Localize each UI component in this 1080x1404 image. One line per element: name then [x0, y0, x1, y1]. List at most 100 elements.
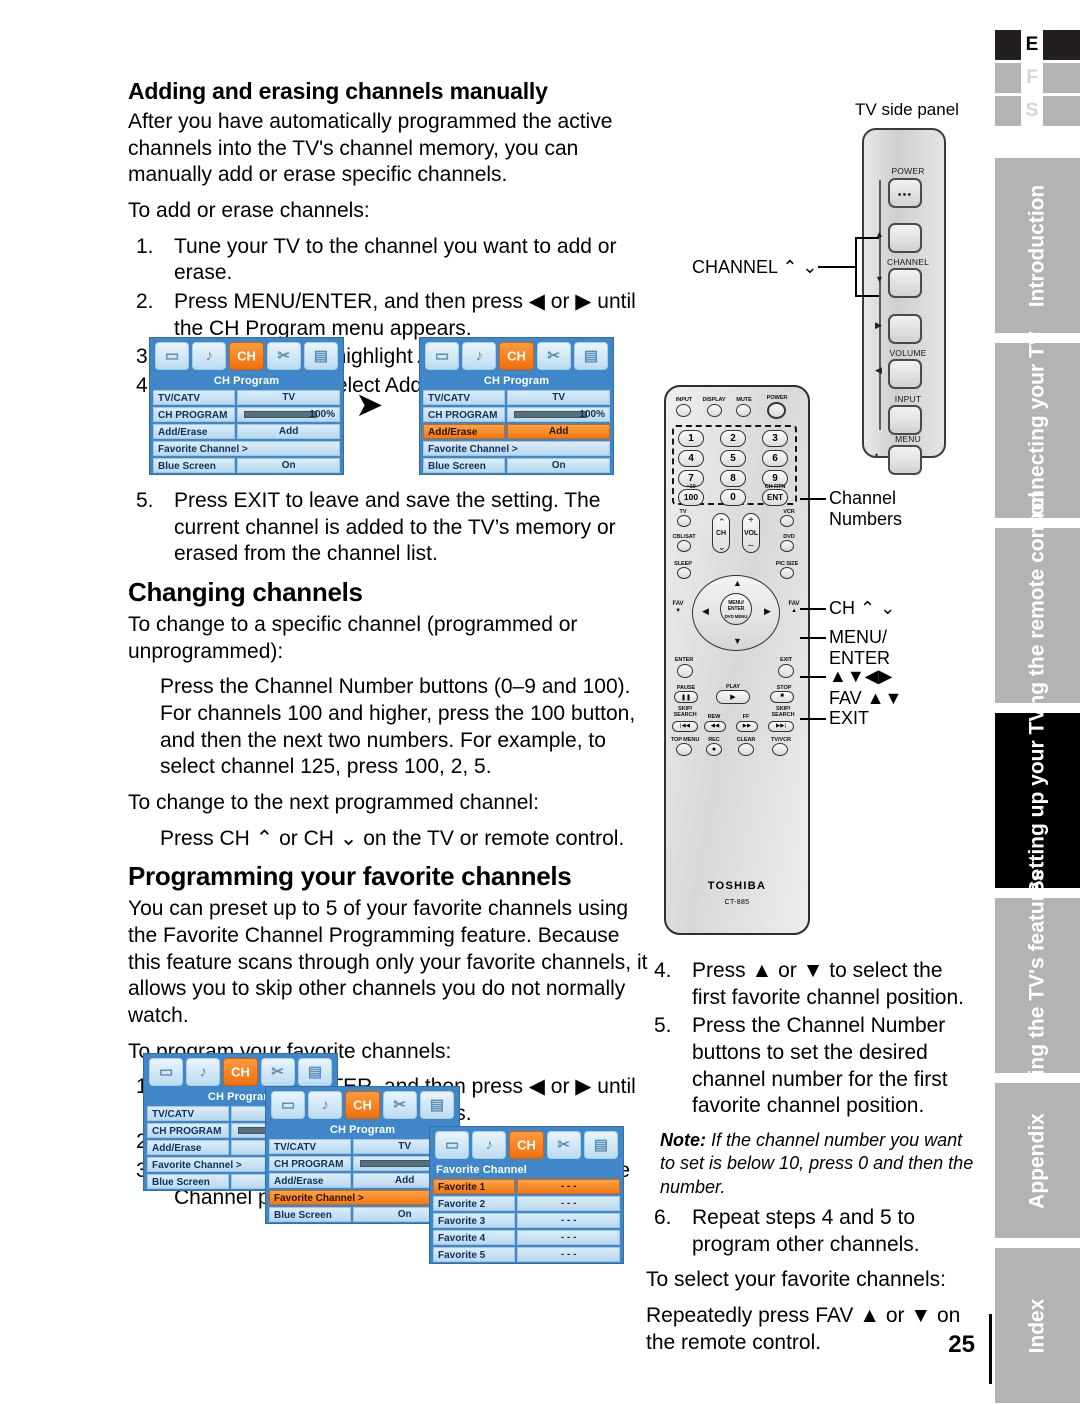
- ch-icon[interactable]: CH: [499, 342, 534, 370]
- tv-menu-button[interactable]: [888, 445, 922, 475]
- osd-row-favorite-channel[interactable]: Favorite Channel >: [150, 441, 343, 458]
- osd-row-tvcatv[interactable]: TV/CATV TV: [420, 390, 613, 407]
- audio-icon[interactable]: ♪: [472, 1131, 507, 1159]
- audio-icon[interactable]: ♪: [186, 1058, 221, 1086]
- picture-icon[interactable]: ▭: [149, 1058, 184, 1086]
- remote-key-ent[interactable]: ENT: [762, 489, 788, 506]
- osd-row-blue-screen[interactable]: Blue Screen On: [150, 458, 343, 474]
- osd-icon-strip: ▭ ♪ CH ✂ ▤: [266, 1087, 459, 1122]
- pad-left-arrow-icon: ◀: [702, 606, 709, 616]
- language-tab-f[interactable]: F: [995, 63, 1080, 93]
- ch-icon[interactable]: CH: [229, 342, 264, 370]
- remote-enter-button[interactable]: [677, 664, 693, 678]
- osd-row-favorite-5[interactable]: Favorite 5- - -: [430, 1247, 623, 1263]
- tv-input-button[interactable]: [888, 405, 922, 435]
- setup-icon[interactable]: ✂: [546, 1131, 581, 1159]
- section-tab-setting-up-your-tv[interactable]: Setting up your TV: [995, 707, 1080, 894]
- setup-icon[interactable]: ✂: [260, 1058, 295, 1086]
- osd-row-ch-program[interactable]: CH PROGRAM 100%: [420, 407, 613, 424]
- pad-down-arrow-icon: ▼: [733, 636, 742, 646]
- remote-key-100[interactable]: 100: [678, 489, 704, 506]
- picture-icon[interactable]: ▭: [271, 1091, 306, 1119]
- remote-dvd-button[interactable]: [780, 540, 794, 552]
- osd-title: CH Program: [213, 375, 280, 387]
- osd-row-favorite-3[interactable]: Favorite 3- - -: [430, 1213, 623, 1230]
- remote-key-8[interactable]: 8: [720, 470, 746, 487]
- remote-ff-button[interactable]: ▶▶: [736, 721, 758, 732]
- remote-key-1[interactable]: 1: [678, 430, 704, 447]
- remote-key-5[interactable]: 5: [720, 450, 746, 467]
- remote-sleep-button[interactable]: [677, 567, 691, 579]
- ch-icon[interactable]: CH: [223, 1058, 258, 1086]
- setup-icon[interactable]: ✂: [266, 342, 301, 370]
- remote-rew-button[interactable]: ◀◀: [704, 721, 726, 732]
- remote-tvvcr-button[interactable]: [772, 743, 788, 756]
- remote-key-3[interactable]: 3: [762, 430, 788, 447]
- remote-play-button[interactable]: ▶: [716, 690, 750, 704]
- list-icon[interactable]: ▤: [419, 1091, 455, 1119]
- list-icon[interactable]: ▤: [297, 1058, 333, 1086]
- setup-icon[interactable]: ✂: [536, 342, 571, 370]
- ch-icon-glyph: CH: [237, 348, 256, 364]
- tv-power-button[interactable]: •••: [888, 178, 922, 208]
- list-icon[interactable]: ▤: [303, 342, 339, 370]
- tv-volume-up-button[interactable]: [888, 314, 922, 344]
- list-icon[interactable]: ▤: [573, 342, 609, 370]
- section-tab-appendix[interactable]: Appendix: [995, 1083, 1080, 1238]
- osd-row-favorite-4[interactable]: Favorite 4- - -: [430, 1230, 623, 1247]
- tv-channel-up-button[interactable]: [888, 223, 922, 253]
- osd-row-blue-screen[interactable]: Blue Screen On: [420, 458, 613, 474]
- remote-input-button[interactable]: [676, 404, 691, 417]
- picture-icon[interactable]: ▭: [435, 1131, 470, 1159]
- remote-picsize-button[interactable]: [780, 567, 794, 579]
- osd-row-add-erase[interactable]: Add/Erase Add: [150, 424, 343, 441]
- heading-programming-favorite-channels: Programming your favorite channels: [128, 861, 572, 892]
- remote-pause-button[interactable]: ❚❚: [674, 691, 698, 703]
- tv-volume-down-button[interactable]: [888, 359, 922, 389]
- remote-top-menu-button[interactable]: [676, 743, 692, 756]
- osd-row-ch-program[interactable]: CH PROGRAM 100%: [150, 407, 343, 424]
- ch-icon[interactable]: CH: [509, 1131, 544, 1159]
- audio-icon[interactable]: ♪: [192, 342, 227, 370]
- osd-row-tvcatv[interactable]: TV/CATV TV: [150, 390, 343, 407]
- setup-icon[interactable]: ✂: [382, 1091, 417, 1119]
- ch-icon[interactable]: CH: [345, 1091, 380, 1119]
- remote-key-2[interactable]: 2: [720, 430, 746, 447]
- remote-skip-forward-button[interactable]: ▶▶|: [768, 721, 794, 732]
- section-tab-introduction[interactable]: Introduction: [995, 158, 1080, 333]
- list-icon[interactable]: ▤: [583, 1131, 619, 1159]
- osd-row-label: Favorite 1: [433, 1179, 516, 1194]
- remote-label-dvd: DVD: [783, 534, 795, 540]
- remote-power-button[interactable]: [767, 402, 786, 419]
- osd-row-favorite-2[interactable]: Favorite 2- - -: [430, 1196, 623, 1213]
- remote-skip-back-button[interactable]: |◀◀: [672, 721, 698, 732]
- section-tab-index[interactable]: Index: [995, 1248, 1080, 1403]
- audio-icon-glyph: ♪: [475, 347, 484, 365]
- remote-clear-button[interactable]: [738, 743, 754, 756]
- remote-rec-button[interactable]: ●: [706, 743, 722, 756]
- section-tab-using-the-remote-control[interactable]: Using the remote control: [995, 491, 1080, 740]
- tv-channel-down-button[interactable]: [888, 268, 922, 298]
- picture-icon[interactable]: ▭: [425, 342, 460, 370]
- pad-right-arrow-icon: ▶: [764, 606, 771, 616]
- audio-icon[interactable]: ♪: [462, 342, 497, 370]
- remote-key-0[interactable]: 0: [720, 489, 746, 506]
- language-tab-e[interactable]: E: [995, 30, 1080, 60]
- osd-row-favorite-channel[interactable]: Favorite Channel >: [420, 441, 613, 458]
- osd-row-add-erase[interactable]: Add/Erase Add: [420, 424, 613, 441]
- remote-stop-button[interactable]: ■: [770, 691, 794, 703]
- audio-icon[interactable]: ♪: [308, 1091, 343, 1119]
- section-tab-using-the-tvs-features[interactable]: Using the TV's features: [995, 869, 1080, 1102]
- remote-exit-button[interactable]: [778, 664, 794, 678]
- picture-icon[interactable]: ▭: [155, 342, 190, 370]
- remote-display-button[interactable]: [707, 404, 722, 417]
- remote-vcr-button[interactable]: [780, 515, 794, 527]
- osd-row-favorite-1[interactable]: Favorite 1- - -: [430, 1179, 623, 1196]
- language-tab-s[interactable]: S: [995, 96, 1080, 126]
- remote-tv-button[interactable]: [677, 515, 691, 527]
- steps-favorites-continued: 4. Press ▲ or ▼ to select the first favor…: [646, 958, 976, 1120]
- remote-key-4[interactable]: 4: [678, 450, 704, 467]
- remote-mute-button[interactable]: [736, 404, 751, 417]
- remote-cblsat-button[interactable]: [677, 540, 691, 552]
- remote-key-6[interactable]: 6: [762, 450, 788, 467]
